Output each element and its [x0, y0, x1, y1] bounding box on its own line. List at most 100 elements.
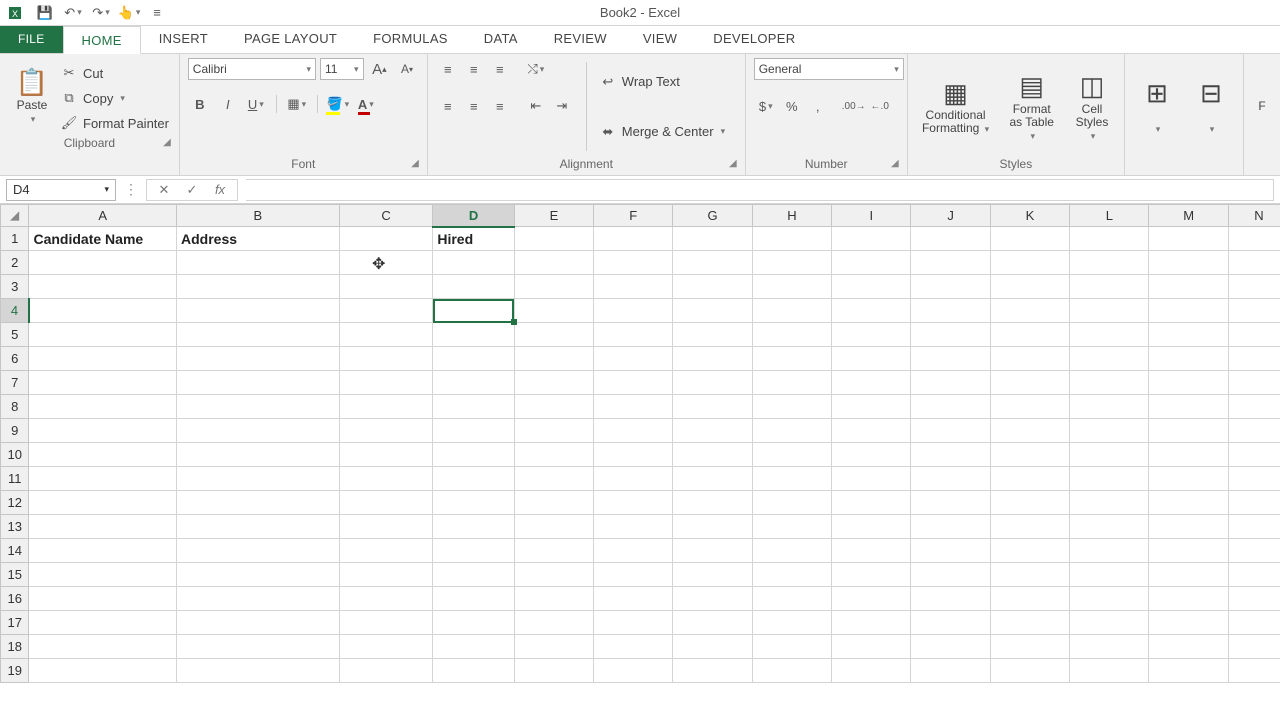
cell[interactable]	[911, 563, 990, 587]
cell[interactable]	[911, 227, 990, 251]
cell[interactable]	[433, 443, 514, 467]
row-header[interactable]: 16	[1, 587, 29, 611]
tab-insert[interactable]: INSERT	[141, 25, 226, 53]
cell[interactable]	[752, 251, 831, 275]
cell[interactable]	[911, 611, 990, 635]
cell[interactable]	[514, 347, 593, 371]
cell[interactable]	[177, 323, 340, 347]
cell[interactable]	[1149, 395, 1228, 419]
cell[interactable]	[1228, 251, 1280, 275]
font-name-combo[interactable]: Calibri▾	[188, 58, 316, 80]
cell[interactable]	[514, 635, 593, 659]
cell[interactable]	[990, 491, 1069, 515]
cell[interactable]	[1228, 299, 1280, 323]
cell[interactable]	[433, 635, 514, 659]
cell[interactable]	[594, 491, 673, 515]
merge-center-button[interactable]: ⬌Merge & Center▾	[599, 121, 725, 143]
cell[interactable]	[177, 563, 340, 587]
wrap-text-button[interactable]: ↩Wrap Text	[599, 71, 725, 93]
cell[interactable]	[339, 443, 433, 467]
cell[interactable]	[752, 515, 831, 539]
cell[interactable]	[594, 347, 673, 371]
cell[interactable]	[911, 467, 990, 491]
italic-button[interactable]: I	[216, 93, 240, 115]
row-header[interactable]: 12	[1, 491, 29, 515]
cell[interactable]	[911, 491, 990, 515]
number-dialog-launcher-icon[interactable]: ◢	[891, 155, 899, 173]
align-right-icon[interactable]: ≡	[488, 95, 512, 117]
cell[interactable]	[29, 395, 177, 419]
cell[interactable]	[1149, 587, 1228, 611]
column-header[interactable]: N	[1228, 205, 1280, 227]
cell[interactable]	[433, 419, 514, 443]
tab-data[interactable]: DATA	[466, 25, 536, 53]
cell[interactable]	[1070, 227, 1149, 251]
cell[interactable]	[29, 539, 177, 563]
cell[interactable]	[673, 635, 752, 659]
cell[interactable]	[673, 347, 752, 371]
cell[interactable]	[339, 515, 433, 539]
cell[interactable]	[1228, 587, 1280, 611]
cell[interactable]	[832, 323, 911, 347]
cell[interactable]	[1070, 563, 1149, 587]
cell[interactable]	[177, 587, 340, 611]
row-header[interactable]: 4	[1, 299, 29, 323]
cell[interactable]	[433, 659, 514, 683]
cell[interactable]	[514, 587, 593, 611]
cell[interactable]	[1070, 251, 1149, 275]
cell[interactable]	[990, 251, 1069, 275]
cell[interactable]	[339, 395, 433, 419]
cell[interactable]	[1228, 539, 1280, 563]
tab-review[interactable]: REVIEW	[536, 25, 625, 53]
tab-view[interactable]: VIEW	[625, 25, 695, 53]
cell[interactable]	[433, 395, 514, 419]
cell[interactable]	[752, 371, 831, 395]
row-header[interactable]: 15	[1, 563, 29, 587]
cell[interactable]	[29, 347, 177, 371]
column-header[interactable]: K	[990, 205, 1069, 227]
row-header[interactable]: 1	[1, 227, 29, 251]
cell[interactable]	[990, 539, 1069, 563]
increase-indent-icon[interactable]: ⇥	[550, 95, 574, 117]
cell[interactable]: Address	[177, 227, 340, 251]
cell[interactable]	[832, 587, 911, 611]
select-all-corner[interactable]: ◢	[1, 205, 29, 227]
increase-font-icon[interactable]: A▴	[368, 58, 392, 80]
cell[interactable]	[832, 659, 911, 683]
cell[interactable]	[911, 659, 990, 683]
cell[interactable]	[1149, 659, 1228, 683]
cell[interactable]	[1070, 443, 1149, 467]
cell[interactable]	[514, 395, 593, 419]
cell[interactable]	[752, 275, 831, 299]
cell[interactable]	[339, 611, 433, 635]
cell[interactable]	[1149, 491, 1228, 515]
cell[interactable]	[832, 443, 911, 467]
cell[interactable]	[1070, 659, 1149, 683]
align-top-icon[interactable]: ≡	[436, 58, 460, 80]
cell[interactable]	[832, 491, 911, 515]
cell[interactable]	[1228, 611, 1280, 635]
cell[interactable]	[433, 539, 514, 563]
borders-button[interactable]: ▦▾	[285, 93, 309, 115]
cell[interactable]	[990, 323, 1069, 347]
cell[interactable]	[177, 539, 340, 563]
align-middle-icon[interactable]: ≡	[462, 58, 486, 80]
cell[interactable]	[673, 587, 752, 611]
cell[interactable]	[911, 395, 990, 419]
tab-file[interactable]: FILE	[0, 25, 63, 53]
format-as-table-button[interactable]: ▤ Format as Table ▾	[1001, 58, 1062, 155]
redo-icon[interactable]: ↷▾	[90, 2, 112, 24]
cell[interactable]	[177, 347, 340, 371]
cell[interactable]	[594, 323, 673, 347]
cell[interactable]	[594, 539, 673, 563]
cell[interactable]	[990, 299, 1069, 323]
cell[interactable]	[1149, 347, 1228, 371]
cell[interactable]	[832, 395, 911, 419]
cell[interactable]	[1149, 467, 1228, 491]
cell[interactable]	[911, 275, 990, 299]
cell[interactable]	[339, 323, 433, 347]
cell[interactable]	[911, 323, 990, 347]
cell[interactable]	[1070, 371, 1149, 395]
cell[interactable]	[594, 275, 673, 299]
cell[interactable]	[1070, 395, 1149, 419]
